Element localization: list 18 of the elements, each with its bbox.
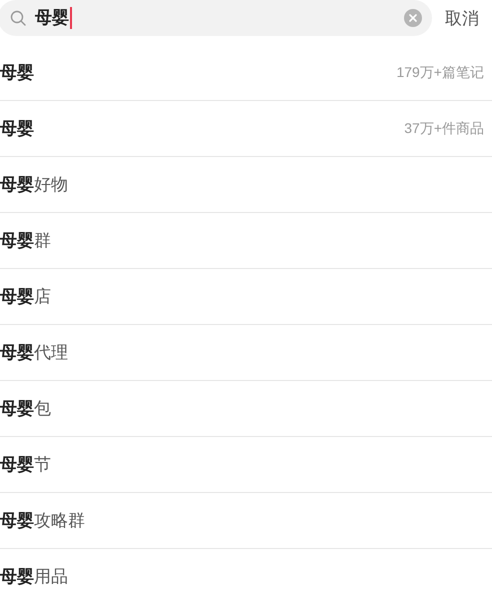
suggestion-text[interactable]: 母婴节: [0, 452, 51, 478]
suggestion-text[interactable]: 母婴好物: [0, 172, 68, 198]
suggestion-text[interactable]: 母婴群: [0, 228, 51, 254]
cancel-button[interactable]: 取消: [432, 6, 492, 32]
search-field[interactable]: 母婴: [0, 0, 432, 36]
result-count: 179万+篇笔记: [396, 63, 484, 82]
clear-icon[interactable]: [404, 9, 422, 27]
search-text: 母婴: [35, 7, 69, 30]
text-cursor: [70, 7, 72, 29]
suggestion-text[interactable]: 母婴店: [0, 284, 51, 310]
search-icon: [10, 10, 27, 26]
result-count: 37万+件商品: [404, 119, 484, 138]
suggestion-text[interactable]: 母婴代理: [0, 340, 68, 366]
suggestion-text[interactable]: 母婴: [0, 60, 34, 86]
suggestion-text[interactable]: 母婴攻略群: [0, 508, 85, 534]
suggestion-text[interactable]: 母婴: [0, 116, 34, 142]
suggestion-text[interactable]: 母婴用品: [0, 564, 68, 590]
suggestion-text[interactable]: 母婴包: [0, 396, 51, 422]
